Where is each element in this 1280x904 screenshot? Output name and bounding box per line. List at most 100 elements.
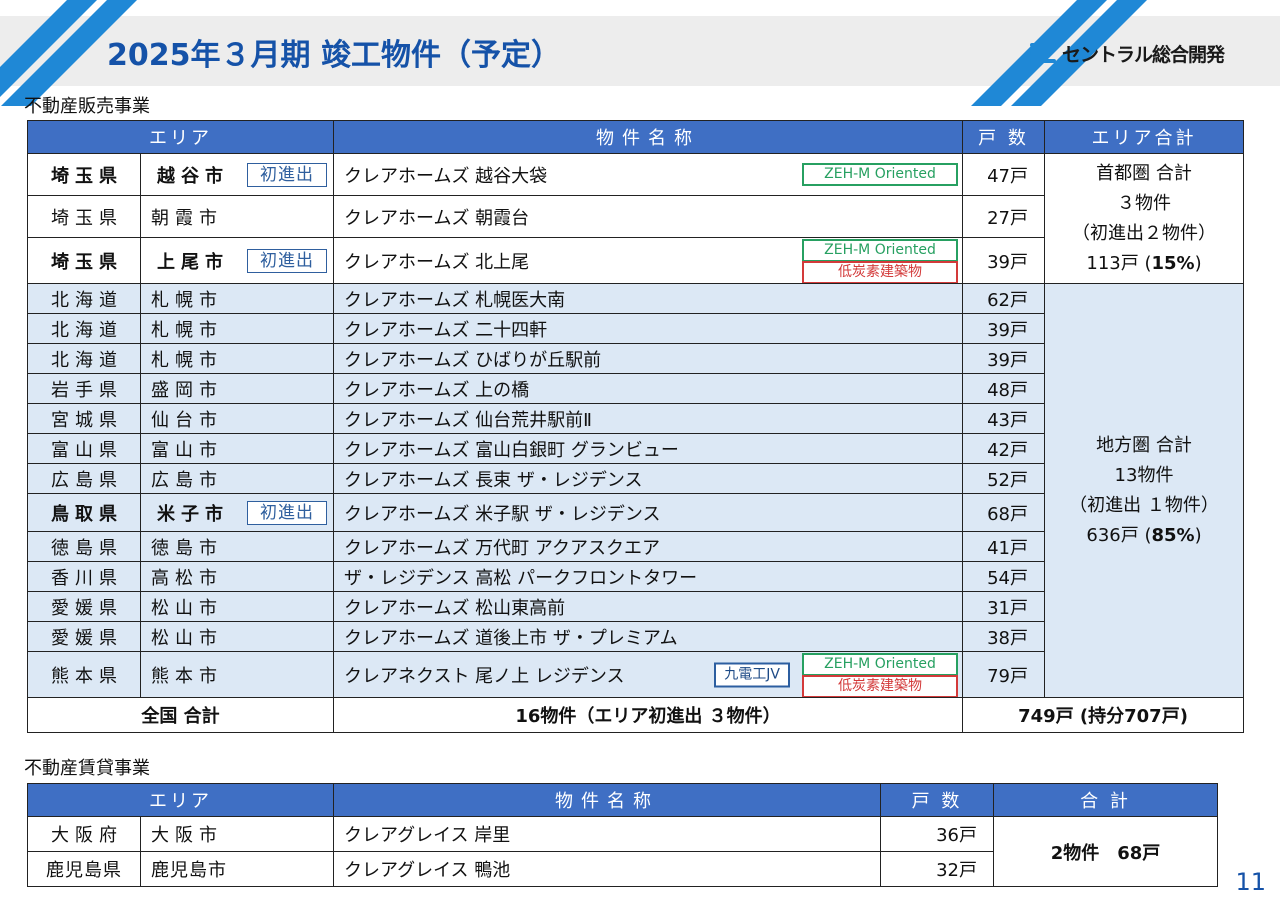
- units-cell: 31戸: [962, 591, 1045, 622]
- city-name: 上尾市: [157, 251, 229, 273]
- pref-cell: 鳥取県: [27, 493, 141, 532]
- units-cell: 39戸: [962, 313, 1045, 344]
- property-name-cell: クレアホームズ 朝霞台: [333, 195, 963, 238]
- leasing-section-label: 不動産賃貸事業: [24, 758, 150, 779]
- pref-cell: 岩手県: [27, 373, 141, 404]
- city-cell: 富山市: [140, 433, 334, 464]
- jv-badge: 九電工JV: [714, 662, 790, 687]
- metro-total-first: （初進出２物件）: [1072, 222, 1216, 244]
- property-name: クレアホームズ 北上尾: [344, 251, 530, 273]
- table-row: 北海道 札幌市 クレアホームズ 札幌医大南 62戸 地方圏 合計 13物件 （初…: [27, 283, 1244, 698]
- property-name-cell: クレアホームズ 富山白銀町 グランビュー: [333, 433, 963, 464]
- property-name-cell: クレアホームズ 札幌医大南: [333, 283, 963, 314]
- city-cell: 札幌市: [140, 343, 334, 374]
- header-area-total: エリア合計: [1044, 120, 1244, 154]
- regional-total-count: 13物件: [1114, 464, 1174, 486]
- property-name-cell: クレアホームズ 万代町 アクアスクエア: [333, 531, 963, 562]
- leasing-table-header: エリア 物件名称 戸 数 合 計: [27, 783, 1218, 817]
- low-carbon-badge: 低炭素建築物: [802, 261, 958, 283]
- pref-cell: 埼玉県: [27, 237, 141, 284]
- units-cell: 48戸: [962, 373, 1045, 404]
- city-name: 越谷市: [157, 165, 229, 187]
- metro-total-units: 113戸 (15%): [1086, 252, 1202, 274]
- table-row: 埼玉県 越谷市 初進出 クレアホームズ 越谷大袋 ZEH-M Oriented …: [27, 153, 1244, 284]
- company-logo: セントラル総合開発: [1030, 36, 1250, 70]
- units-cell: 42戸: [962, 433, 1045, 464]
- property-name-cell: クレアホームズ 二十四軒: [333, 313, 963, 344]
- units-cell: 39戸: [962, 237, 1045, 284]
- pref-cell: 北海道: [27, 313, 141, 344]
- zeh-badge: ZEH-M Oriented: [802, 653, 958, 676]
- city-cell: 上尾市 初進出: [140, 237, 334, 284]
- city-cell: 松山市: [140, 621, 334, 652]
- sales-total-row: 全国 合計 16物件（エリア初進出 ３物件） 749戸 (持分707戸): [27, 697, 1244, 733]
- property-name: クレアホームズ 越谷大袋: [344, 165, 548, 187]
- header-name: 物件名称: [333, 783, 881, 817]
- units-cell: 36戸: [880, 816, 994, 852]
- units-cell: 47戸: [962, 153, 1045, 196]
- header-total: 合 計: [993, 783, 1218, 817]
- zeh-badge: ZEH-M Oriented: [802, 163, 958, 186]
- header-name: 物件名称: [333, 120, 963, 154]
- logo-text: セントラル総合開発: [1062, 43, 1225, 66]
- first-entry-badge: 初進出: [247, 162, 327, 187]
- property-name-cell: クレアホームズ 北上尾 ZEH-M Oriented 低炭素建築物: [333, 237, 963, 284]
- city-cell: 徳島市: [140, 531, 334, 562]
- units-cell: 43戸: [962, 403, 1045, 434]
- city-cell: 松山市: [140, 591, 334, 622]
- property-name-cell: クレアホームズ 上の橋: [333, 373, 963, 404]
- pref-cell: 大阪府: [27, 816, 141, 852]
- units-cell: 32戸: [880, 851, 994, 887]
- property-name-cell: クレアネクスト 尾ノ上 レジデンス 九電工JV ZEH-M Oriented 低…: [333, 651, 963, 698]
- pref-cell: 埼玉県: [27, 153, 141, 196]
- zeh-badge: ZEH-M Oriented: [802, 239, 958, 262]
- regional-total-cell: 地方圏 合計 13物件 （初進出 １物件） 636戸 (85%): [1044, 283, 1244, 698]
- logo-icon: [1030, 41, 1056, 65]
- units-cell: 41戸: [962, 531, 1045, 562]
- property-name-cell: ザ・レジデンス 高松 パークフロントタワー: [333, 561, 963, 592]
- pref-cell: 香川県: [27, 561, 141, 592]
- property-name-cell: クレアホームズ ひばりが丘駅前: [333, 343, 963, 374]
- total-units: 749戸 (持分707戸): [962, 697, 1244, 733]
- city-cell: 大阪市: [140, 816, 334, 852]
- header-area: エリア: [27, 120, 334, 154]
- leasing-table: エリア 物件名称 戸 数 合 計 大阪府 大阪市 クレアグレイス 岸里 36戸 …: [27, 783, 1218, 887]
- table-row: 大阪府 大阪市 クレアグレイス 岸里 36戸 2物件 68戸: [27, 816, 1218, 887]
- first-entry-badge: 初進出: [247, 248, 327, 273]
- metro-total-label: 首都圏 合計: [1096, 162, 1192, 184]
- pref-cell: 北海道: [27, 283, 141, 314]
- header-units: 戸 数: [880, 783, 994, 817]
- city-cell: 熊本市: [140, 651, 334, 698]
- pref-cell: 富山県: [27, 433, 141, 464]
- property-name-cell: クレアホームズ 長束 ザ・レジデンス: [333, 463, 963, 494]
- city-cell: 高松市: [140, 561, 334, 592]
- pref-cell: 広島県: [27, 463, 141, 494]
- units-cell: 39戸: [962, 343, 1045, 374]
- property-name-cell: クレアホームズ 越谷大袋 ZEH-M Oriented: [333, 153, 963, 196]
- metro-total-count: ３物件: [1117, 192, 1171, 214]
- total-label: 全国 合計: [27, 697, 334, 733]
- metro-total-cell: 首都圏 合計 ３物件 （初進出２物件） 113戸 (15%): [1044, 153, 1244, 284]
- property-name-cell: クレアホームズ 仙台荒井駅前Ⅱ: [333, 403, 963, 434]
- city-cell: 鹿児島市: [140, 851, 334, 887]
- total-properties: 16物件（エリア初進出 ３物件）: [333, 697, 963, 733]
- units-cell: 52戸: [962, 463, 1045, 494]
- city-cell: 越谷市 初進出: [140, 153, 334, 196]
- first-entry-badge: 初進出: [247, 500, 327, 525]
- sales-table: エリア 物件名称 戸 数 エリア合計 埼玉県 越谷市 初進出 クレアホームズ 越…: [27, 120, 1244, 733]
- units-cell: 38戸: [962, 621, 1045, 652]
- units-cell: 54戸: [962, 561, 1045, 592]
- property-name-cell: クレアホームズ 道後上市 ザ・プレミアム: [333, 621, 963, 652]
- low-carbon-badge: 低炭素建築物: [802, 675, 958, 697]
- city-cell: 札幌市: [140, 313, 334, 344]
- regional-total-units: 636戸 (85%): [1086, 524, 1202, 546]
- leasing-total-cell: 2物件 68戸: [993, 816, 1218, 887]
- city-cell: 盛岡市: [140, 373, 334, 404]
- sales-section-label: 不動産販売事業: [24, 96, 150, 117]
- pref-cell: 北海道: [27, 343, 141, 374]
- city-cell: 米子市 初進出: [140, 493, 334, 532]
- pref-cell: 宮城県: [27, 403, 141, 434]
- property-name-cell: クレアホームズ 米子駅 ザ・レジデンス: [333, 493, 963, 532]
- units-cell: 62戸: [962, 283, 1045, 314]
- city-name: 米子市: [157, 503, 229, 525]
